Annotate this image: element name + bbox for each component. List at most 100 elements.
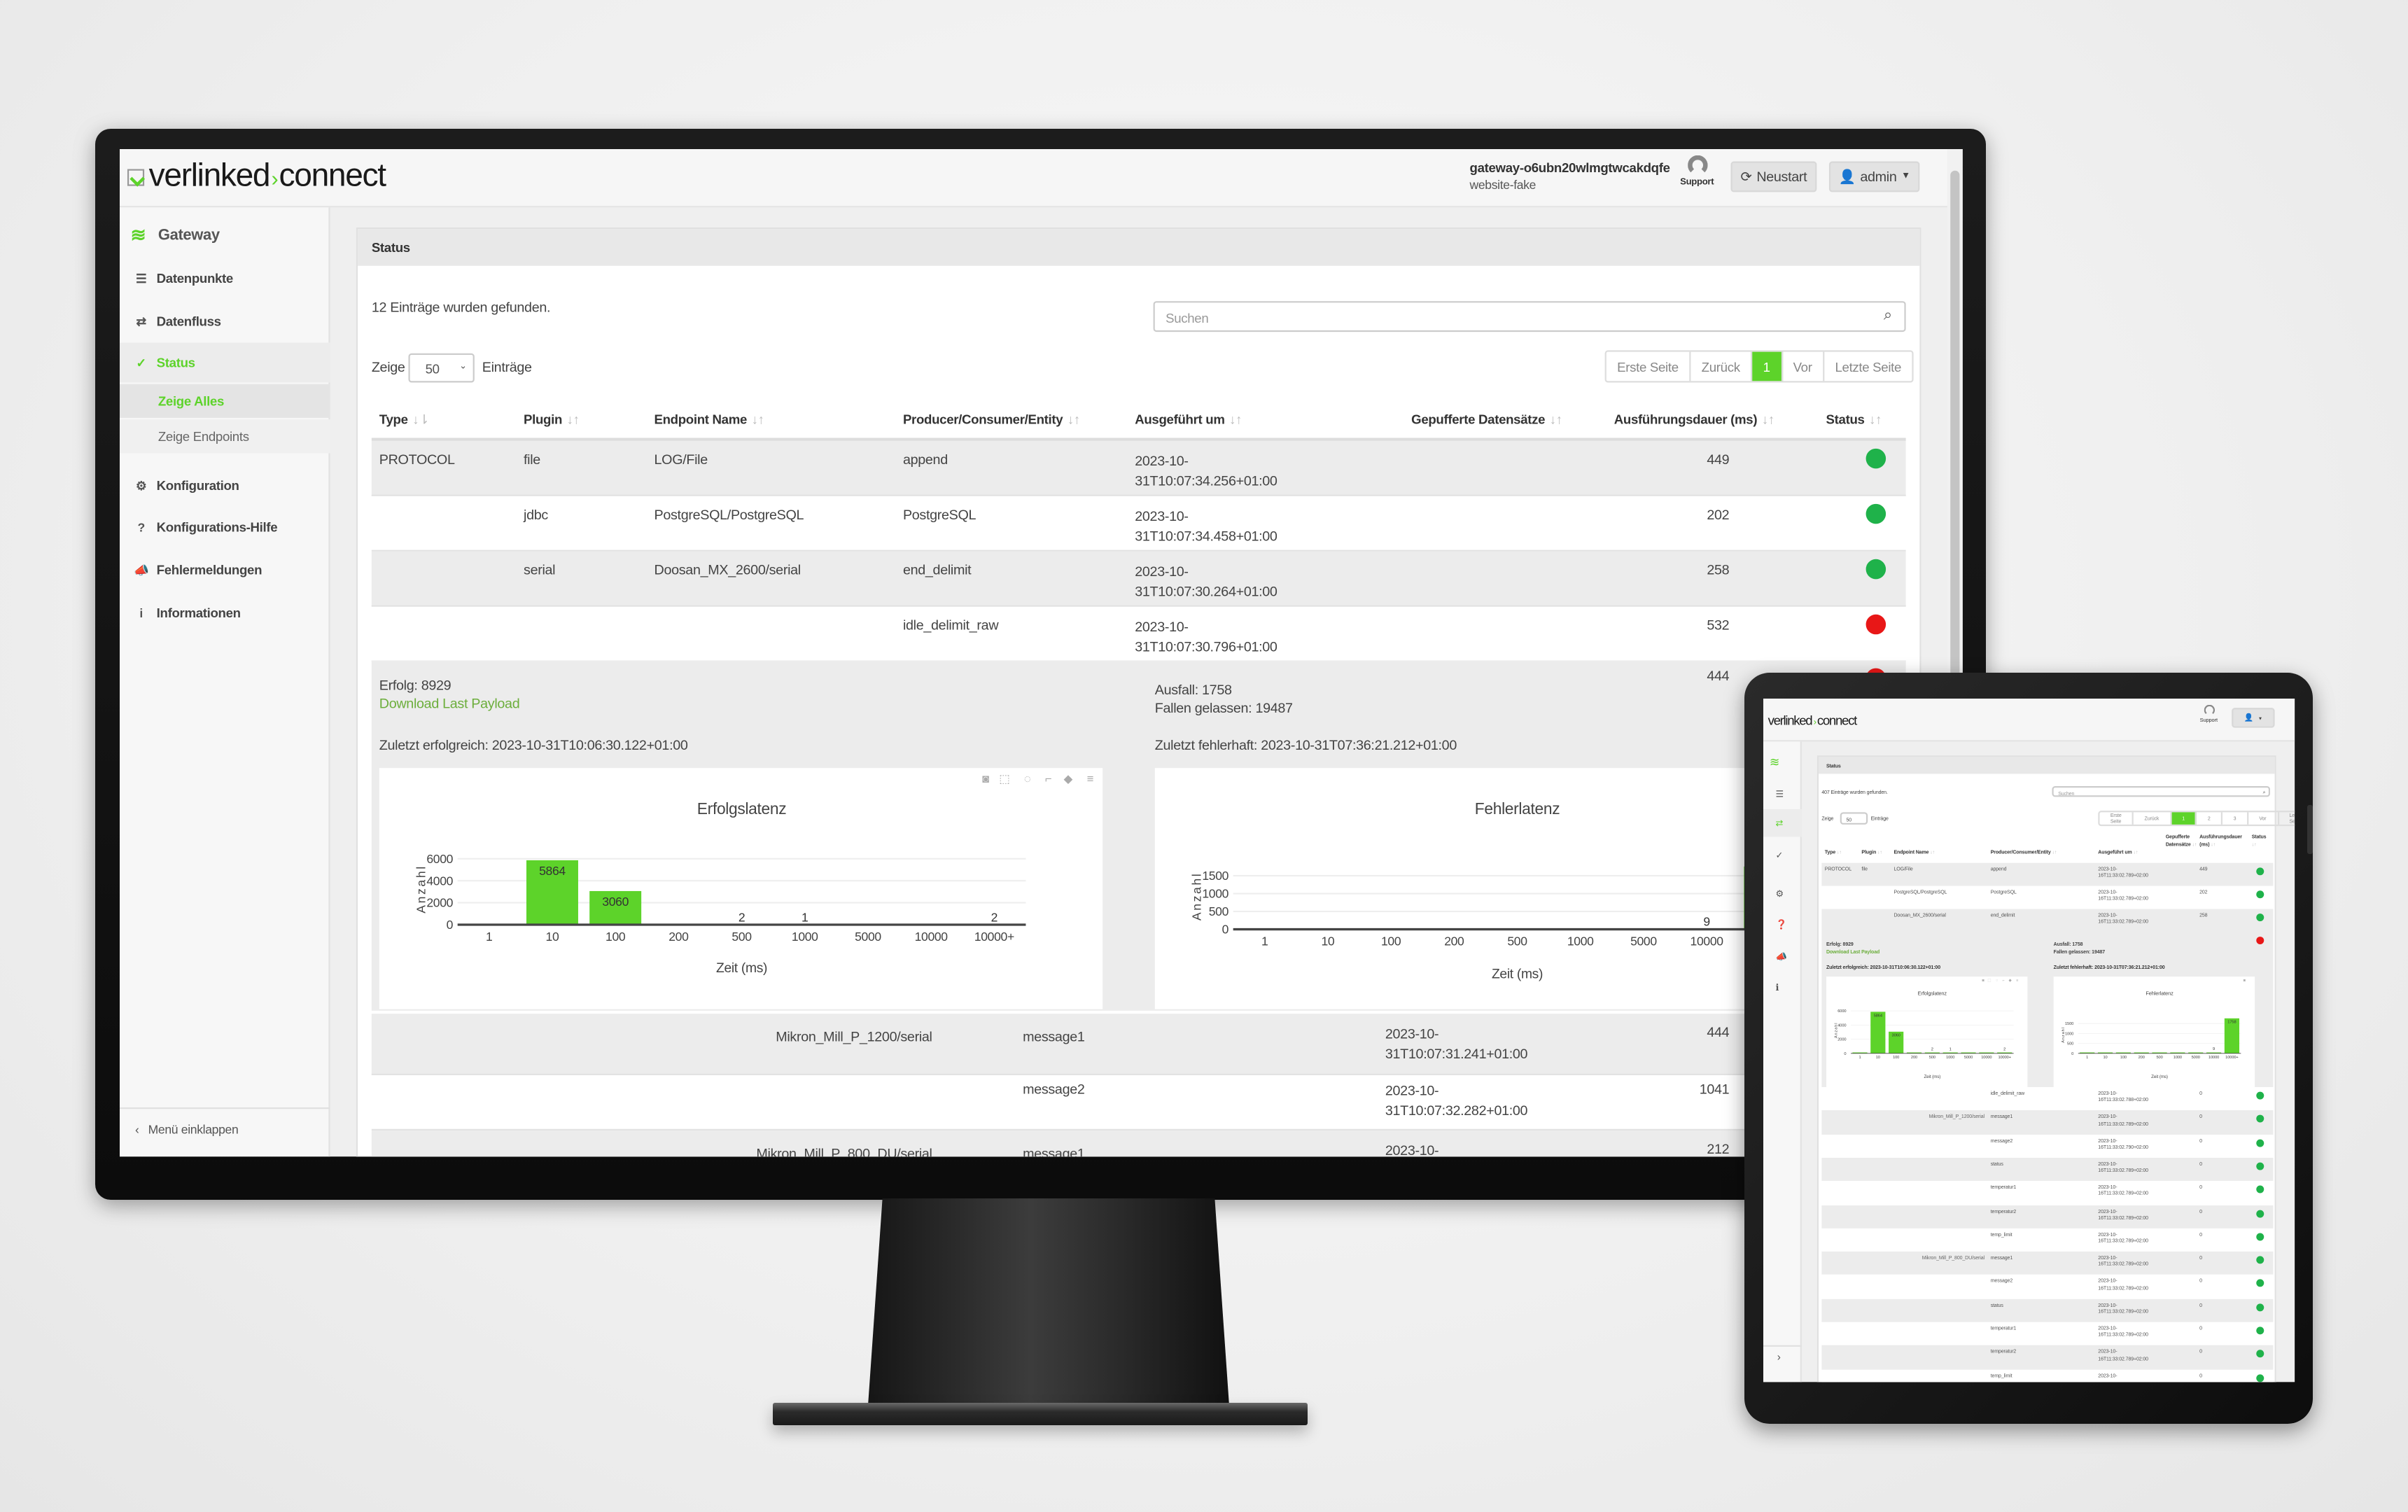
table-row[interactable]: jdbc PostgreSQL/PostgreSQL PostgreSQL 20…	[371, 496, 1906, 552]
gear-icon[interactable]: ⚙	[1776, 889, 1784, 899]
success-latency-chart[interactable]: Erfolgslatenz 0 2000 4000 6000 1 10 5864 100 3060…	[379, 768, 1103, 1009]
sidebar-item-konfigurations-hilfe[interactable]: ? Konfigurations-Hilfe	[120, 507, 330, 547]
exchange-icon[interactable]: ⇄	[1776, 818, 1784, 829]
pagination-1[interactable]: 1	[2171, 812, 2197, 825]
box-select-icon[interactable]: ⬚	[1987, 979, 1991, 983]
table-row[interactable]: temp_limit 2023-10-16T11:33:02.789+02:00…	[1821, 1228, 2274, 1252]
tablet-user-menu-button[interactable]: 👤 ▼	[2232, 708, 2275, 728]
hover-closest-icon[interactable]: ◆	[2008, 979, 2011, 983]
table-row[interactable]: temperatur2 2023-10-16T11:33:02.789+02:0…	[1821, 1204, 2274, 1228]
pagination-letzte-seite[interactable]: Letzte Seite	[1824, 352, 1912, 382]
column-header[interactable]: Producer/Consumer/Entity ↓↑	[903, 412, 1080, 427]
question-circle-icon[interactable]: ❓	[1776, 920, 1787, 930]
spike-lines-icon[interactable]: ⌐	[1045, 772, 1052, 785]
pagination-2[interactable]: 2	[2197, 812, 2223, 825]
sidebar-gateway[interactable]: ≋ Gateway	[120, 215, 330, 255]
table-row[interactable]: PROTOCOL file LOG/File append 2023-10-31…	[371, 440, 1906, 496]
table-row[interactable]: PROTOCOL file LOG/File append 2023-10-16…	[1821, 862, 2274, 886]
pagination-1[interactable]: 1	[1752, 351, 1783, 382]
sidebar-item-status[interactable]: ✓ Status	[120, 342, 330, 383]
column-header[interactable]: Plugin ↓↑	[1861, 849, 1882, 855]
page-size-select[interactable]: 50	[1840, 811, 1868, 824]
restart-button[interactable]: ⟳ Neustart	[1730, 161, 1817, 192]
table-row[interactable]: message2 2023-10-16T11:33:02.789+02:00 0	[1821, 1275, 2274, 1299]
column-header[interactable]: Producer/Consumer/Entity ↓↑	[1991, 849, 2057, 855]
column-header[interactable]: Gepufferte Datensätze ↓↑	[1411, 412, 1562, 427]
column-header[interactable]: Ausgeführt um ↓↑	[2098, 849, 2138, 855]
column-header[interactable]: Endpoint Name ↓↑	[654, 412, 764, 427]
logo[interactable]: verlinked › connect	[127, 158, 386, 195]
search-input[interactable]: Suchen ⌕	[1153, 301, 1906, 332]
column-header[interactable]: Plugin ↓↑	[524, 412, 580, 427]
pagination-letzte-seite[interactable]: Letzte Seite	[2278, 812, 2295, 825]
expand-menu-chevron-icon[interactable]: ›	[1777, 1353, 1781, 1364]
table-row[interactable]: Mikron_Mill_P_1200/serial message1 2023-…	[371, 1014, 1906, 1075]
download-last-payload-link[interactable]: Download Last Payload	[379, 696, 520, 711]
column-header[interactable]: Gepufferte Datensätze ↓↑	[2166, 834, 2203, 848]
sidebar-subitem[interactable]: Zeige Alles	[120, 384, 330, 418]
table-row[interactable]: message2 2023-10-16T11:33:02.790+02:00 0	[1821, 1134, 2274, 1158]
search-input[interactable]: Suchen ⌕	[2052, 786, 2271, 797]
sidebar-item-datenfluss[interactable]: ⇄ Datenfluss	[120, 301, 330, 341]
hover-closest-icon[interactable]: ◆	[1064, 772, 1074, 785]
table-row[interactable]: temp_limit 2023-10- 0	[1821, 1368, 2274, 1382]
column-header[interactable]: Type ↓↑	[1825, 849, 1842, 855]
camera-icon[interactable]: ◙	[1982, 979, 1984, 983]
spike-lines-icon[interactable]: ⌐	[2003, 979, 2005, 983]
camera-icon[interactable]: ◙	[982, 772, 989, 785]
lasso-icon[interactable]: ◌	[1996, 979, 1998, 983]
table-row[interactable]: status 2023-10-16T11:33:02.789+02:00 0	[1821, 1298, 2274, 1322]
table-row[interactable]: PostgreSQL/PostgreSQL PostgreSQL 2023-10…	[1821, 886, 2274, 909]
pagination-vor[interactable]: Vor	[2248, 812, 2279, 825]
camera-icon[interactable]: ◙	[2244, 979, 2246, 983]
column-header[interactable]: Endpoint Name ↓↑	[1893, 849, 1935, 855]
column-header[interactable]: Ausführungsdauer (ms) ↓↑	[1614, 412, 1774, 427]
lasso-icon[interactable]: ◌	[1024, 772, 1031, 785]
table-row[interactable]: serial Doosan_MX_2600/serial end_delimit…	[371, 551, 1906, 607]
info-circle-icon[interactable]: ℹ	[1776, 983, 1779, 993]
page-size-select[interactable]: 50 ⌄	[408, 353, 475, 383]
column-header[interactable]: Ausführungsdauer (ms) ↓↑	[2199, 834, 2242, 848]
table-row[interactable]: temperatur1 2023-10-16T11:33:02.789+02:0…	[1821, 1322, 2274, 1346]
pagination-vor[interactable]: Vor	[1782, 351, 1825, 382]
column-header[interactable]: Status ↓↑	[2252, 834, 2267, 848]
hover-compare-icon[interactable]: ≡	[2016, 979, 2018, 983]
sidebar-item-konfiguration[interactable]: ⚙ Konfiguration	[120, 465, 330, 505]
pagination-erste-seite[interactable]: Erste Seite	[2099, 812, 2134, 825]
table-row[interactable]: Mikron_Mill_P_1200/serial message1 2023-…	[1821, 1110, 2274, 1135]
tablet-logo[interactable]: verlinked › connect	[1768, 713, 1858, 728]
pagination-zurück[interactable]: Zurück	[1690, 351, 1753, 382]
collapse-menu-button[interactable]: ‹ Menü einklappen	[135, 1123, 239, 1137]
tablet-support-button[interactable]: Support	[2198, 704, 2220, 723]
sidebar-item-informationen[interactable]: i Informationen	[120, 593, 330, 633]
success-latency-chart[interactable]: Erfolgslatenz 0 2000 4000 6000 1 10 5864 100 3060…	[1826, 976, 2028, 1088]
megaphone-icon[interactable]: 📣	[1776, 952, 1787, 962]
table-row[interactable]: Mikron_Mill_P_800_DU/serial message1 202…	[371, 1130, 1906, 1157]
table-row[interactable]: idle_delimit_raw 2023-10-31T10:07:30.796…	[371, 606, 1906, 662]
sidebar-item-fehlermeldungen[interactable]: 📣 Fehlermeldungen	[120, 550, 330, 590]
pagination-3[interactable]: 3	[2222, 812, 2248, 825]
table-row[interactable]: status 2023-10-16T11:33:02.789+02:00 0	[1821, 1157, 2274, 1182]
sidebar-item-datenpunkte[interactable]: ☰ Datenpunkte	[120, 258, 330, 298]
column-header[interactable]: Ausgeführt um ↓↑	[1135, 412, 1242, 427]
sidebar-subitem[interactable]: Zeige Endpoints	[120, 419, 330, 454]
table-row[interactable]: temperatur2 2023-10-16T11:33:02.789+02:0…	[1821, 1345, 2274, 1369]
hover-compare-icon[interactable]: ≡	[1087, 772, 1094, 785]
support-button[interactable]: Support	[1680, 155, 1714, 188]
check-circle-icon[interactable]: ✓	[1776, 850, 1784, 861]
table-row[interactable]: message2 2023-10-31T10:07:32.282+01:00 1…	[371, 1074, 1906, 1130]
gateway-logo-icon[interactable]: ≋	[1770, 755, 1780, 769]
table-row[interactable]: temperatur1 2023-10-16T11:33:02.789+02:0…	[1821, 1181, 2274, 1205]
pagination-erste-seite[interactable]: Erste Seite	[1606, 351, 1691, 382]
column-header[interactable]: Type ↓⇂	[379, 412, 430, 428]
error-latency-chart[interactable]: Fehlerlatenz 0 500 1000 1500 1 10 100 200 500 1000…	[2053, 976, 2255, 1088]
column-header[interactable]: Status ↓↑	[1826, 412, 1882, 427]
list-icon[interactable]: ☰	[1776, 789, 1784, 800]
admin-menu-button[interactable]: 👤 admin ▼	[1828, 161, 1920, 192]
pagination-zurück[interactable]: Zurück	[2134, 812, 2171, 825]
table-row[interactable]: Doosan_MX_2600/serial end_delimit 2023-1…	[1821, 909, 2274, 932]
download-last-payload-link[interactable]: Download Last Payload	[1826, 949, 1879, 955]
box-select-icon[interactable]: ⬚	[999, 772, 1010, 785]
table-row[interactable]: idle_delimit_raw 2023-10-16T11:33:02.788…	[1821, 1087, 2274, 1111]
table-row[interactable]: Mikron_Mill_P_800_DU/serial message1 202…	[1821, 1252, 2274, 1275]
